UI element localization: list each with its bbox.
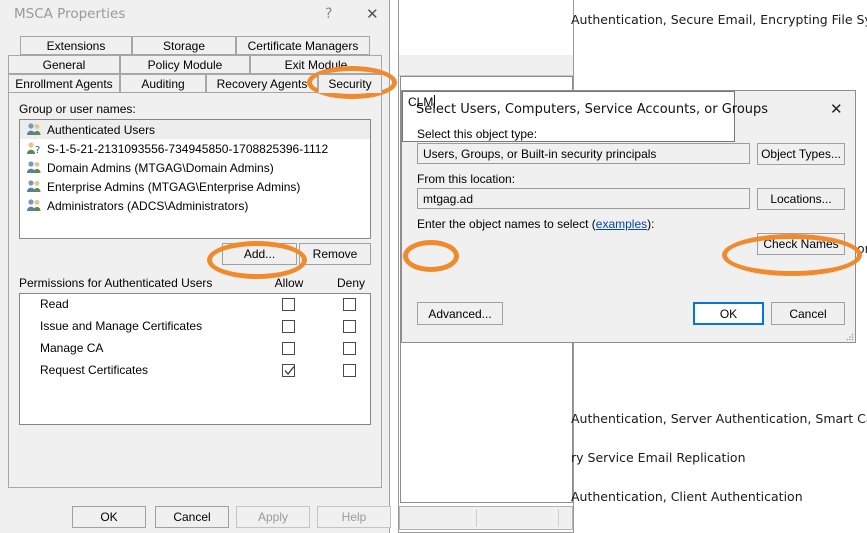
mmc-status-bar xyxy=(399,506,573,530)
tab-extensions[interactable]: Extensions xyxy=(20,36,132,55)
check-names-button[interactable]: Check Names xyxy=(757,233,845,255)
tab-row-3: Enrollment Agents Auditing Recovery Agen… xyxy=(8,74,382,93)
table-row[interactable]: Read xyxy=(20,294,370,316)
unknown-sid-icon: ? xyxy=(26,141,43,156)
help-button: Help xyxy=(317,506,391,528)
list-item-label: S-1-5-21-2131093556-734945850-1708825396… xyxy=(47,142,328,156)
ok-button[interactable]: OK xyxy=(693,302,764,325)
group-icon xyxy=(26,160,43,175)
select-users-dialog: Select Users, Computers, Service Account… xyxy=(401,90,856,343)
object-names-label-pre: Enter the object names to select ( xyxy=(417,217,596,231)
tab-certificate-managers[interactable]: Certificate Managers xyxy=(236,36,370,55)
examples-link[interactable]: examples xyxy=(596,217,647,231)
deny-checkbox[interactable] xyxy=(343,342,356,355)
status-separator xyxy=(476,509,477,527)
help-icon[interactable]: ? xyxy=(325,6,332,22)
add-button[interactable]: Add... xyxy=(222,243,297,265)
svg-text:?: ? xyxy=(35,145,40,156)
table-row[interactable]: Request Certificates xyxy=(20,360,370,382)
tab-enrollment-agents[interactable]: Enrollment Agents xyxy=(8,74,120,93)
mmc-titlebar: ✕ xyxy=(399,1,573,31)
close-icon[interactable]: ✕ xyxy=(366,5,379,23)
apply-button: Apply xyxy=(236,506,310,528)
msca-properties-dialog: MSCA Properties ? ✕ Extensions Storage C… xyxy=(0,0,390,533)
location-value: mtgag.ad xyxy=(417,188,750,209)
tab-storage[interactable]: Storage xyxy=(132,36,236,55)
column-header-allow: Allow xyxy=(269,276,309,290)
group-icon xyxy=(26,198,43,213)
cancel-button[interactable]: Cancel xyxy=(771,302,845,325)
deny-checkbox[interactable] xyxy=(343,364,356,377)
column-header-deny: Deny xyxy=(331,276,371,290)
list-item[interactable]: ? S-1-5-21-2131093556-734945850-17088253… xyxy=(20,139,370,158)
clipped-text-line: Authentication, Server Authentication, S… xyxy=(571,411,867,426)
permission-name: Issue and Manage Certificates xyxy=(40,319,202,333)
permissions-label: Permissions for Authenticated Users xyxy=(19,276,212,290)
checkmark-icon xyxy=(284,365,295,376)
list-item-label: Authenticated Users xyxy=(47,123,155,137)
ok-button[interactable]: OK xyxy=(72,506,146,528)
dialog-title: Select Users, Computers, Service Account… xyxy=(416,102,768,117)
object-type-label: Select this object type: xyxy=(417,127,537,141)
page-title: MSCA Properties xyxy=(14,6,125,22)
close-icon[interactable]: ✕ xyxy=(830,100,843,118)
deny-checkbox[interactable] xyxy=(343,320,356,333)
clipped-text-line: Authentication, Client Authentication xyxy=(571,489,803,504)
group-icon xyxy=(26,179,43,194)
permission-name: Read xyxy=(40,297,69,311)
advanced-button[interactable]: Advanced... xyxy=(417,302,503,325)
object-types-button[interactable]: Object Types... xyxy=(757,143,845,165)
allow-checkbox[interactable] xyxy=(282,298,295,311)
clipped-text-line: on xyxy=(857,241,867,256)
resize-grip-icon[interactable] xyxy=(846,333,854,341)
permissions-table[interactable]: Read Issue and Manage Certificates Manag… xyxy=(19,293,371,425)
tab-general[interactable]: General xyxy=(8,55,120,74)
group-or-user-names-label: Group or user names: xyxy=(19,102,136,116)
tab-security[interactable]: Security xyxy=(318,74,382,93)
tab-policy-module[interactable]: Policy Module xyxy=(120,55,250,74)
permission-name: Manage CA xyxy=(40,341,103,355)
remove-button[interactable]: Remove xyxy=(299,243,371,265)
permission-name: Request Certificates xyxy=(40,363,148,377)
list-item[interactable]: Enterprise Admins (MTGAG\Enterprise Admi… xyxy=(20,177,370,196)
clipped-text-line: Authentication, Secure Email, Encrypting… xyxy=(571,12,867,27)
tab-recovery-agents[interactable]: Recovery Agents xyxy=(206,74,318,93)
list-item-label: Domain Admins (MTGAG\Domain Admins) xyxy=(47,161,274,175)
table-row[interactable]: Manage CA xyxy=(20,338,370,360)
tab-exit-module[interactable]: Exit Module xyxy=(250,55,382,74)
table-row[interactable]: Issue and Manage Certificates xyxy=(20,316,370,338)
object-names-label: Enter the object names to select (exampl… xyxy=(417,217,654,231)
msca-body: Extensions Storage Certificate Managers … xyxy=(8,36,382,488)
list-item[interactable]: Authenticated Users xyxy=(20,120,370,139)
tab-row-2: General Policy Module Exit Module xyxy=(8,55,382,74)
list-item[interactable]: Domain Admins (MTGAG\Domain Admins) xyxy=(20,158,370,177)
cancel-button[interactable]: Cancel xyxy=(155,506,229,528)
list-item-label: Administrators (ADCS\Administrators) xyxy=(47,199,248,213)
locations-button[interactable]: Locations... xyxy=(757,188,845,210)
allow-checkbox[interactable] xyxy=(282,320,295,333)
group-or-user-names-list[interactable]: Authenticated Users ? S-1-5-21-213109355… xyxy=(19,119,371,239)
allow-checkbox[interactable] xyxy=(282,364,295,377)
allow-checkbox[interactable] xyxy=(282,342,295,355)
status-separator-2 xyxy=(558,509,559,527)
security-tab-panel: Group or user names: Authenticated Users… xyxy=(8,92,382,488)
mmc-menu-bar[interactable] xyxy=(399,31,573,56)
object-names-label-post: ): xyxy=(647,217,654,231)
location-label: From this location: xyxy=(417,172,515,186)
deny-checkbox[interactable] xyxy=(343,298,356,311)
object-type-value: Users, Groups, or Built-in security prin… xyxy=(417,143,750,164)
mmc-toolbar[interactable] xyxy=(399,55,573,76)
tab-auditing[interactable]: Auditing xyxy=(120,74,206,93)
list-item-label: Enterprise Admins (MTGAG\Enterprise Admi… xyxy=(47,180,300,194)
list-item[interactable]: Administrators (ADCS\Administrators) xyxy=(20,196,370,215)
group-icon xyxy=(26,122,43,137)
tab-row-1: Extensions Storage Certificate Managers xyxy=(8,36,382,55)
clipped-text-line: ry Service Email Replication xyxy=(571,450,746,465)
